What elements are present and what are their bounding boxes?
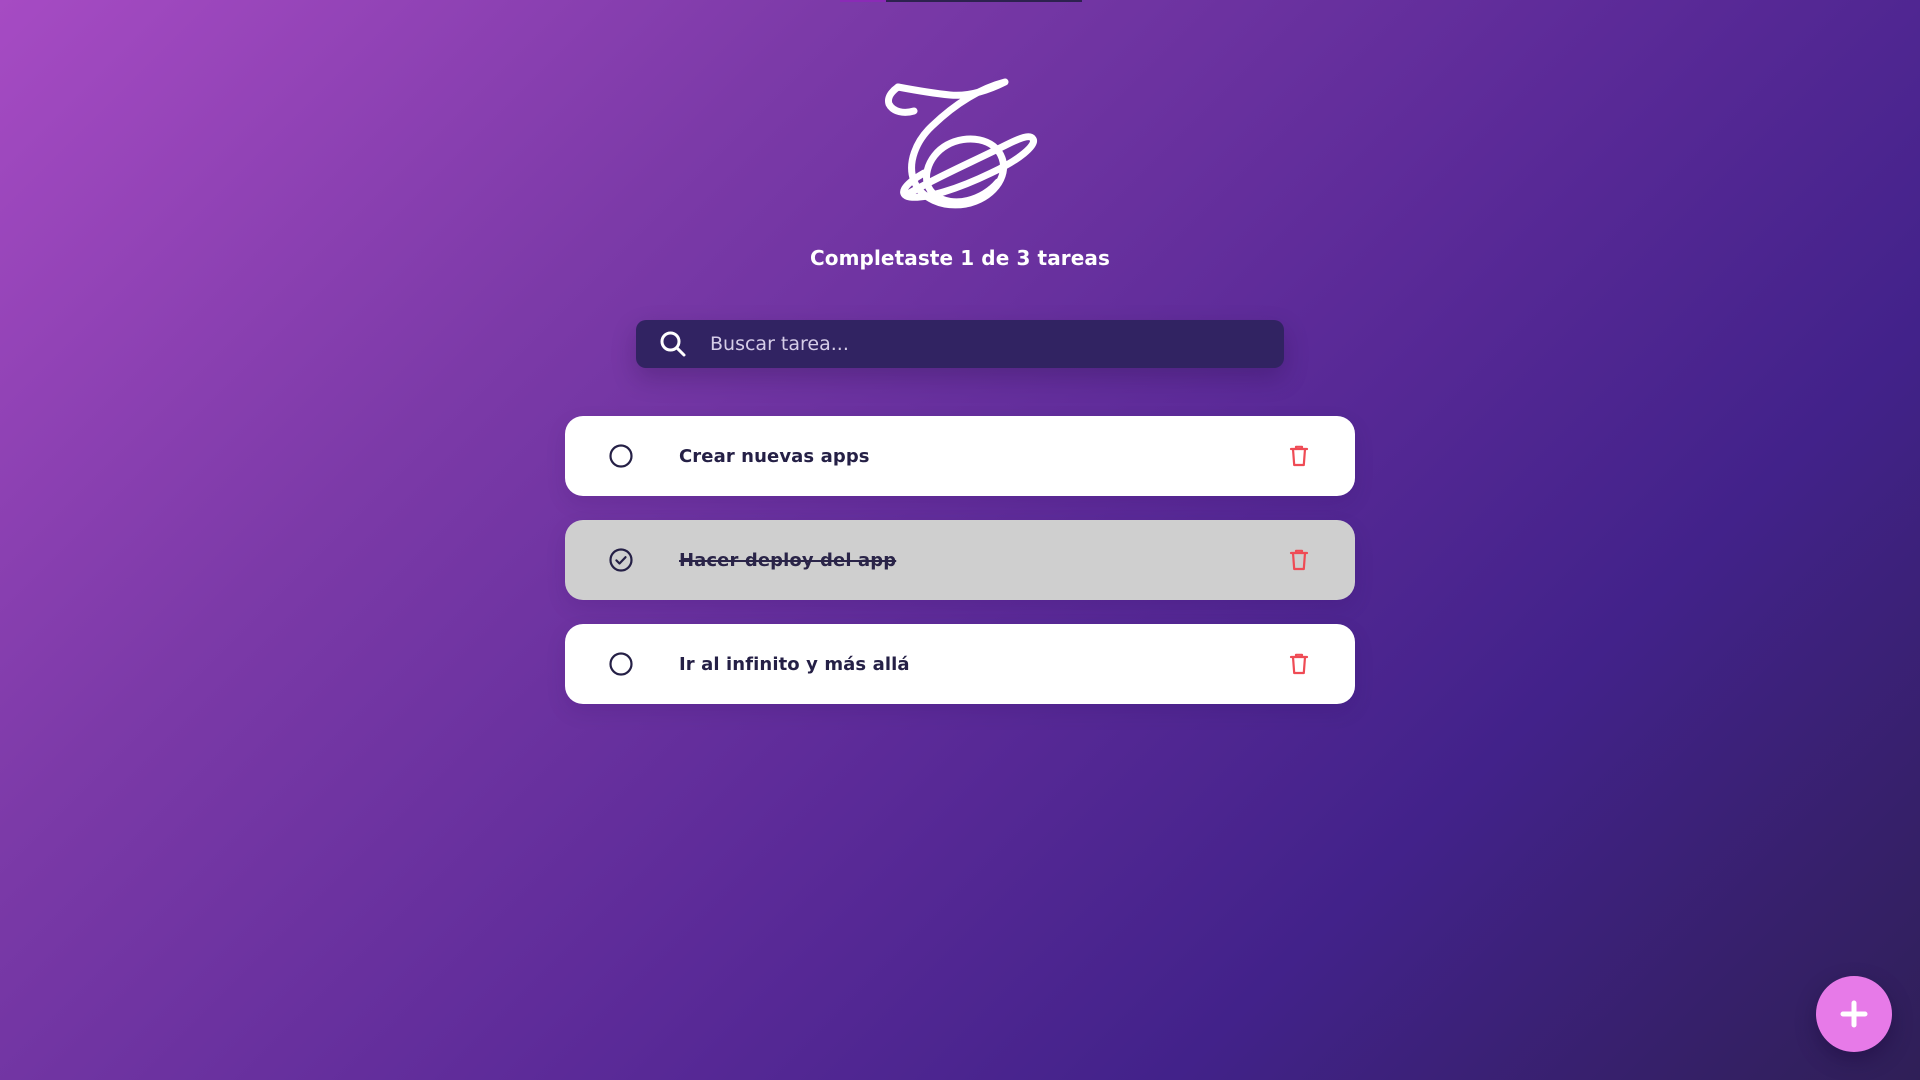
circle-icon — [609, 652, 633, 676]
delete-task-button[interactable] — [1285, 546, 1313, 574]
circle-icon — [609, 444, 633, 468]
trash-icon — [1289, 445, 1309, 467]
task-text: Ir al infinito y más allá — [679, 653, 910, 675]
delete-task-button[interactable] — [1285, 650, 1313, 678]
task-checkbox[interactable] — [607, 546, 635, 574]
trash-icon — [1289, 549, 1309, 571]
search-bar — [636, 320, 1284, 368]
app-logo — [880, 72, 1040, 212]
task-checkbox[interactable] — [607, 650, 635, 678]
planet-logo-icon — [885, 78, 1037, 209]
search-input[interactable] — [708, 320, 1268, 368]
trash-icon — [1289, 653, 1309, 675]
task-item-completed: Hacer deploy del app — [565, 520, 1355, 600]
plus-icon — [1840, 1000, 1868, 1028]
check-circle-icon — [609, 548, 633, 572]
top-progress-line — [840, 0, 1082, 2]
task-list: Crear nuevas apps Hacer deploy del app I… — [565, 416, 1355, 728]
task-checkbox[interactable] — [607, 442, 635, 470]
delete-task-button[interactable] — [1285, 442, 1313, 470]
completed-counter: Completaste 1 de 3 tareas — [809, 246, 1111, 270]
add-task-button[interactable] — [1816, 976, 1892, 1052]
top-progress-accent — [840, 0, 886, 2]
task-item: Ir al infinito y más allá — [565, 624, 1355, 704]
task-text: Hacer deploy del app — [679, 549, 897, 571]
task-item: Crear nuevas apps — [565, 416, 1355, 496]
task-text: Crear nuevas apps — [679, 445, 870, 467]
search-icon — [658, 329, 688, 359]
